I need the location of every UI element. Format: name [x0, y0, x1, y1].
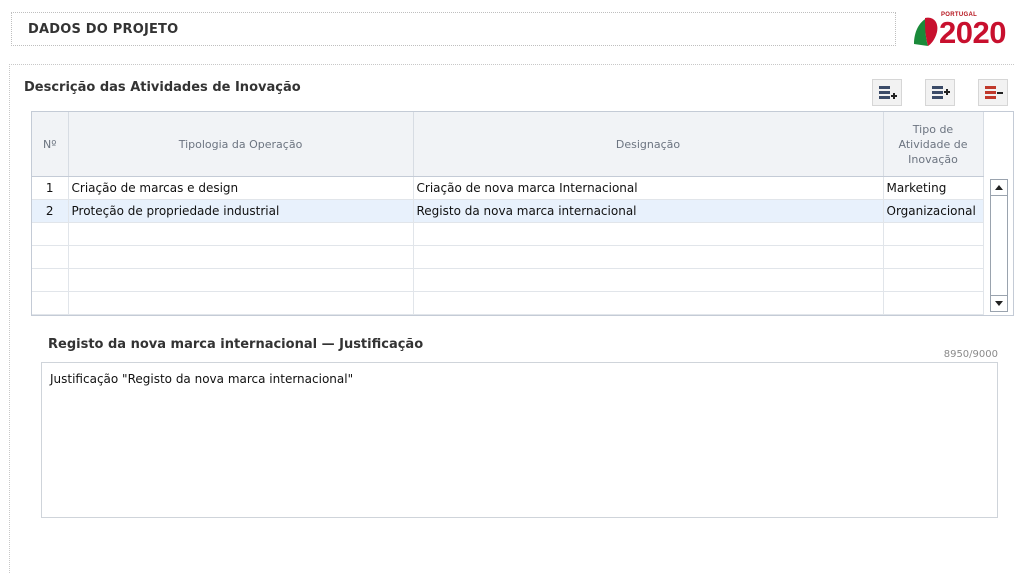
logo-flag-icon — [914, 17, 938, 46]
table-scrollbar[interactable] — [986, 176, 1013, 315]
justification-textarea[interactable]: Justificação "Registo da nova marca inte… — [41, 362, 998, 518]
activities-table: Nº Tipologia da Operação Designação Tipo… — [32, 112, 984, 315]
table-row-empty[interactable] — [32, 291, 984, 315]
table-row-empty[interactable] — [32, 245, 984, 269]
column-header-tipologia[interactable]: Tipologia da Operação — [68, 112, 414, 177]
scroll-down-arrow-icon[interactable] — [990, 295, 1008, 312]
activities-grid: Nº Tipologia da Operação Designação Tipo… — [31, 111, 1014, 316]
portugal-2020-logo: PORTUGAL 2020 — [911, 10, 1014, 52]
table-header-row: Nº Tipologia da Operação Designação Tipo… — [32, 112, 984, 177]
add-row-icon — [879, 86, 897, 99]
row-tipologia[interactable]: Proteção de propriedade industrial — [68, 199, 414, 223]
row-num: 1 — [32, 176, 69, 200]
column-header-tipo[interactable]: Tipo de Atividade de Inovação — [883, 112, 984, 177]
page-title: DADOS DO PROJETO — [28, 22, 179, 37]
table-row-empty[interactable] — [32, 222, 984, 246]
logo-big-text: 2020 — [939, 15, 1006, 50]
column-header-tipo-label: Tipo de Atividade de Inovação — [898, 122, 968, 166]
table-row-selected[interactable]: 2 Proteção de propriedade industrial Reg… — [32, 199, 984, 223]
insert-row-icon — [932, 86, 950, 99]
row-num: 2 — [32, 199, 69, 223]
row-tipo[interactable]: Organizacional — [883, 199, 984, 223]
table-row[interactable]: 1 Criação de marcas e design Criação de … — [32, 176, 984, 200]
row-tipo[interactable]: Marketing — [883, 176, 984, 200]
add-row-button[interactable] — [872, 79, 902, 106]
table-row-empty[interactable] — [32, 268, 984, 292]
row-designacao[interactable]: Criação de nova marca Internacional — [413, 176, 884, 200]
remove-row-icon — [985, 86, 1003, 99]
remove-row-button[interactable] — [978, 79, 1008, 106]
character-counter: 8950/9000 — [943, 349, 998, 360]
section-title: Descrição das Atividades de Inovação — [24, 80, 301, 95]
column-header-num[interactable]: Nº — [32, 112, 69, 177]
insert-row-button[interactable] — [925, 79, 955, 106]
scroll-up-arrow-icon[interactable] — [990, 179, 1008, 196]
row-tipologia[interactable]: Criação de marcas e design — [68, 176, 414, 200]
header-bar: DADOS DO PROJETO — [11, 12, 896, 46]
row-designacao[interactable]: Registo da nova marca internacional — [413, 199, 884, 223]
scroll-track[interactable] — [990, 196, 1008, 295]
column-header-designacao[interactable]: Designação — [413, 112, 884, 177]
justification-title: Registo da nova marca internacional — Ju… — [48, 337, 424, 352]
